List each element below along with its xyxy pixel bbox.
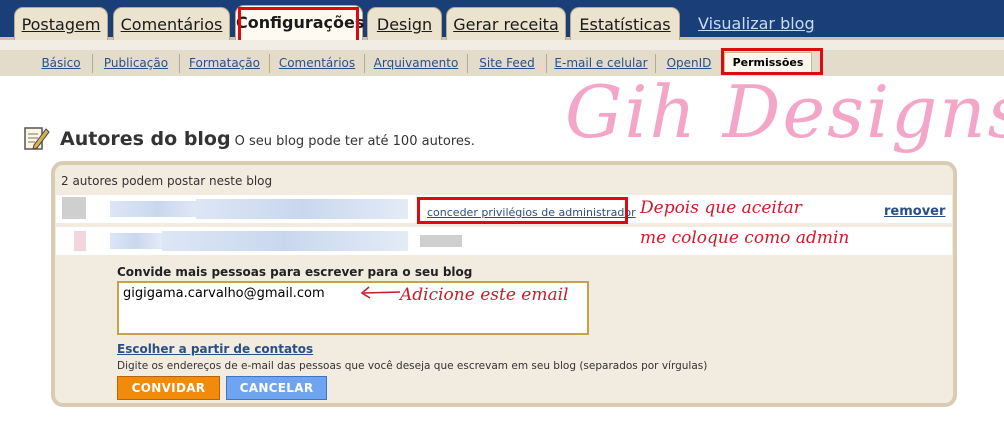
annotation-line-1: Depois que aceitar [640, 198, 802, 218]
main-nav-bar: Postagem Comentários Configurações Desig… [0, 0, 1004, 43]
invite-button[interactable]: CONVIDAR [117, 376, 220, 400]
choose-contacts-link[interactable]: Escolher a partir de contatos [117, 342, 313, 356]
author-name-blurred [110, 233, 162, 249]
watermark-logo: Gih Designs [565, 70, 1004, 154]
edit-document-icon [22, 124, 50, 156]
author-name-blurred [110, 201, 206, 217]
tab-gerar-receita[interactable]: Gerar receita [446, 7, 566, 40]
subtab-basico[interactable]: Básico [30, 56, 92, 70]
remove-author-link[interactable]: remover [884, 204, 945, 219]
arrow-icon [358, 284, 402, 304]
tab-design[interactable]: Design [367, 7, 442, 40]
subtab-publicacao[interactable]: Publicação [93, 56, 179, 70]
author-email-blurred [196, 199, 408, 219]
subtab-comentarios[interactable]: Comentários [270, 56, 364, 70]
tab-comentarios[interactable]: Comentários [113, 7, 230, 40]
author-status-blurred [420, 235, 462, 247]
tab-configuracoes[interactable]: Configurações [235, 5, 364, 43]
subtab-site-feed[interactable]: Site Feed [468, 56, 546, 70]
grant-admin-link[interactable]: conceder privilégios de administrador [427, 206, 636, 219]
page-subtitle: O seu blog pode ter até 100 autores. [234, 134, 475, 149]
cancel-button[interactable]: CANCELAR [226, 376, 327, 400]
page-title: Autores do blog O seu blog pode ter até 1… [60, 128, 475, 150]
subtab-arquivamento[interactable]: Arquivamento [365, 56, 467, 70]
subtab-email-celular[interactable]: E-mail e celular [547, 56, 655, 70]
annotation-line-2: me coloque como admin [640, 228, 850, 248]
annotation-email-note: Adicione este email [400, 285, 569, 305]
subtab-openid[interactable]: OpenID [656, 56, 722, 70]
page-title-text: Autores do blog [60, 128, 231, 150]
author-avatar-blurred [74, 231, 86, 251]
author-email-blurred [162, 231, 408, 251]
authors-count: 2 autores podem postar neste blog [61, 174, 273, 188]
invite-label: Convide mais pessoas para escrever para … [117, 265, 473, 279]
view-blog-link[interactable]: Visualizar blog [698, 14, 815, 33]
subtab-formatacao[interactable]: Formatação [180, 56, 269, 70]
invite-hint: Digite os endereços de e-mail das pessoa… [117, 360, 708, 372]
tab-postagem[interactable]: Postagem [14, 7, 108, 40]
author-avatar-blurred [62, 197, 86, 219]
tab-estatisticas[interactable]: Estatísticas [570, 7, 680, 40]
